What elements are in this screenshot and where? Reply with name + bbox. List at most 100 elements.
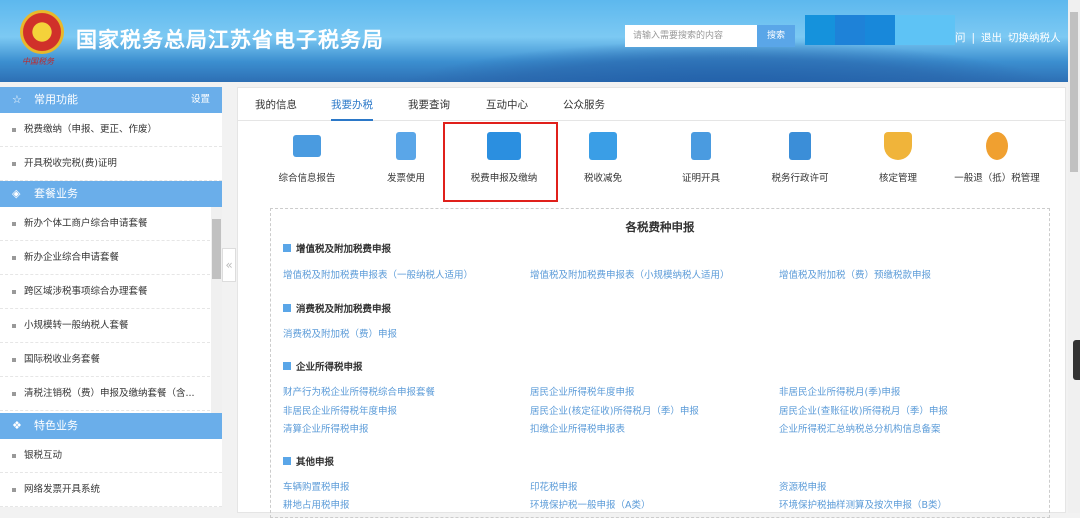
function-invoice[interactable]: 发票使用	[356, 132, 456, 184]
monitor-chart-icon	[293, 135, 321, 157]
sidebar-header-package[interactable]: ◈ 套餐业务	[0, 181, 222, 207]
top-links: 问 | 退出 切换纳税人	[955, 30, 1067, 45]
sidebar-item[interactable]: 新办企业综合申请套餐	[0, 241, 210, 275]
link[interactable]: 资源税申报	[779, 479, 827, 493]
link[interactable]: 环境保护税一般申报（A类）	[530, 497, 651, 511]
sidebar-item[interactable]: 新办个体工商户综合申请套餐	[0, 207, 210, 241]
scroll-thumb[interactable]	[212, 219, 221, 279]
redacted-block	[865, 15, 895, 45]
building-icon	[283, 362, 291, 370]
function-label: 发票使用	[386, 173, 425, 184]
link[interactable]: 印花税申报	[530, 479, 578, 493]
shield-icon	[884, 132, 912, 160]
search-input[interactable]: 请输入需要搜索的内容	[625, 25, 757, 47]
logo-text: 中国税务	[22, 57, 54, 66]
function-certificate[interactable]: 证明开具	[651, 132, 751, 184]
function-verification[interactable]: 核定管理	[848, 132, 948, 184]
star-icon: ☆	[12, 93, 22, 106]
sidebar-item[interactable]: 跨区域涉税事项综合办理套餐	[0, 275, 210, 309]
sidebar-header-special[interactable]: ❖ 特色业务	[0, 413, 222, 439]
function-info-report[interactable]: 综合信息报告	[257, 132, 357, 184]
sidebar-item[interactable]: 清税注销税（费）申报及缴纳套餐（含...	[0, 377, 210, 411]
function-label: 一般退（抵）税管理	[954, 173, 1040, 184]
link[interactable]: 居民企业(查账征收)所得税月（季）申报	[779, 403, 948, 417]
license-icon	[789, 132, 811, 160]
link[interactable]: 非居民企业所得税月(季)申报	[779, 384, 900, 398]
link[interactable]: 非居民企业所得税年度申报	[283, 403, 397, 417]
collapse-sidebar-button[interactable]: «	[222, 248, 236, 282]
link[interactable]: 消费税及附加税（费）申报	[283, 326, 397, 340]
link[interactable]: 财产行为税企业所得税综合申报套餐	[283, 384, 435, 398]
logout-link[interactable]: 退出	[981, 32, 1002, 44]
function-label: 证明开具	[681, 173, 720, 184]
sidebar-item[interactable]: 银税互动	[0, 439, 222, 473]
link[interactable]: 企业所得税汇总纳税总分机构信息备案	[779, 421, 941, 435]
function-label: 综合信息报告	[278, 173, 336, 184]
content-title: 各税费种申报	[625, 220, 695, 234]
link[interactable]: 增值税及附加税费申报表（一般纳税人适用）	[283, 267, 473, 281]
sidebar-item[interactable]: 开具税收完税(费)证明	[0, 147, 222, 181]
checkbox-icon	[283, 244, 291, 252]
link[interactable]: 增值税及附加税费申报表（小规模纳税人适用）	[530, 267, 730, 281]
link[interactable]: 耕地占用税申报	[283, 497, 350, 511]
settings-link[interactable]: 设置	[191, 87, 210, 113]
link[interactable]: 清算企业所得税申报	[283, 421, 369, 435]
redacted-block	[835, 15, 865, 45]
sidebar: ☆ 常用功能 设置 税费缴纳（申报、更正、作废） 开具税收完税(费)证明 ◈ 套餐业务…	[0, 87, 222, 507]
link[interactable]: 增值税及附加税（费）预缴税款申报	[779, 267, 931, 281]
link[interactable]: 环境保护税抽样测算及按次申报（B类）	[779, 497, 947, 511]
highlight-box	[443, 122, 558, 202]
tab-public-service[interactable]: 公众服务	[563, 97, 605, 112]
layers-icon: ◈	[12, 187, 21, 200]
tab-query[interactable]: 我要查询	[408, 97, 450, 112]
section-vat: 增值税及附加税费申报	[283, 241, 391, 255]
separator: |	[971, 32, 976, 44]
sidebar-header-common[interactable]: ☆ 常用功能 设置	[0, 87, 222, 113]
scroll-thumb[interactable]	[1070, 12, 1078, 172]
tax-filing-content: 各税费种申报 增值税及附加税费申报 增值税及附加税费申报表（一般纳税人适用） 增…	[270, 208, 1050, 518]
stack-icon	[283, 304, 291, 312]
main-panel: 我的信息 我要办税 我要查询 互动中心 公众服务 综合信息报告 发票使用 税费申…	[237, 87, 1066, 518]
link[interactable]: 扣缴企业所得税申报表	[530, 421, 625, 435]
function-label: 税务行政许可	[771, 173, 829, 184]
floating-widget[interactable]	[1073, 340, 1080, 380]
section-corporate-income-tax: 企业所得税申报	[283, 359, 363, 373]
page-scrollbar[interactable]	[1068, 0, 1080, 513]
package-scrollbar[interactable]	[211, 207, 222, 413]
site-title: 国家税务总局江苏省电子税务局	[76, 28, 384, 52]
package-list: 新办个体工商户综合申请套餐 新办企业综合申请套餐 跨区域涉税事项综合办理套餐 小…	[0, 207, 222, 413]
link[interactable]: 车辆购置税申报	[283, 479, 350, 493]
function-admin-license[interactable]: 税务行政许可	[750, 132, 850, 184]
sidebar-item[interactable]: 网络发票开具系统	[0, 473, 222, 507]
function-tax-reduction[interactable]: 税收减免	[553, 132, 653, 184]
message-link[interactable]: 问	[955, 32, 966, 44]
redacted-block	[895, 15, 955, 45]
tax-emblem-logo	[20, 10, 64, 54]
sidebar-item[interactable]: 小规模转一般纳税人套餐	[0, 309, 210, 343]
redacted-block	[805, 15, 835, 45]
switch-taxpayer-link[interactable]: 切换纳税人	[1008, 32, 1061, 44]
section-title: 套餐业务	[34, 187, 78, 200]
function-refund[interactable]: 一般退（抵）税管理	[947, 132, 1047, 184]
search-button[interactable]: 搜索	[757, 25, 795, 47]
org-chart-icon	[986, 132, 1008, 160]
apps-icon	[283, 457, 291, 465]
document-icon	[396, 132, 416, 160]
certificate-icon	[691, 132, 711, 160]
tab-interaction[interactable]: 互动中心	[486, 97, 528, 112]
link[interactable]: 居民企业所得税年度申报	[530, 384, 635, 398]
section-title: 特色业务	[34, 419, 78, 432]
sidebar-item[interactable]: 国际税收业务套餐	[0, 343, 210, 377]
grid-icon: ❖	[12, 419, 22, 432]
function-label: 税收减免	[583, 173, 622, 184]
sidebar-item[interactable]: 税费缴纳（申报、更正、作废）	[0, 113, 222, 147]
section-title: 常用功能	[34, 93, 78, 106]
header-banner: 中国税务 国家税务总局江苏省电子税务局 请输入需要搜索的内容 搜索 问 | 退出 切换…	[0, 0, 1068, 82]
bar-chart-icon	[589, 132, 617, 160]
section-consumption-tax: 消费税及附加税费申报	[283, 301, 391, 315]
tab-my-info[interactable]: 我的信息	[255, 97, 297, 112]
section-other: 其他申报	[283, 454, 334, 468]
tab-tax-handling[interactable]: 我要办税	[331, 97, 373, 121]
link[interactable]: 居民企业(核定征收)所得税月（季）申报	[530, 403, 699, 417]
tab-bar: 我的信息 我要办税 我要查询 互动中心 公众服务	[238, 88, 1065, 121]
